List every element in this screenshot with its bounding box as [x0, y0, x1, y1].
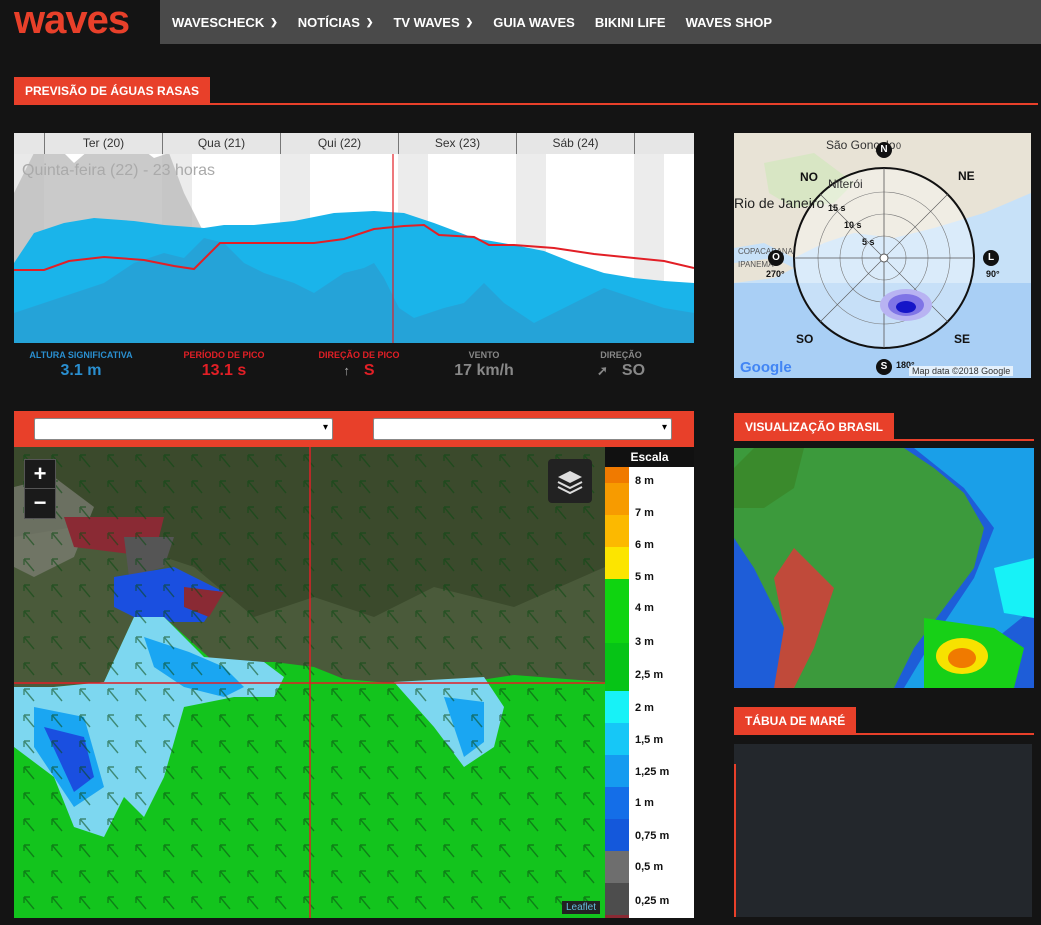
chart-subtitle: Quinta-feira (22) - 23 horas	[22, 162, 215, 179]
place-label: Niterói	[828, 177, 863, 191]
section-divider	[734, 733, 1034, 735]
ring-label: 5 s	[862, 237, 875, 247]
time-select[interactable]: ▾	[373, 418, 672, 440]
brazil-section-title: VISUALIZAÇÃO BRASIL	[734, 413, 894, 441]
compass-l: L	[983, 250, 999, 266]
scale-label: 5 m	[635, 571, 654, 583]
wave-map-svg	[14, 447, 605, 918]
wind-arrow-icon: ➚	[596, 363, 608, 378]
direction-arrow-icon: ↑	[343, 363, 350, 378]
zoom-out-button[interactable]: −	[25, 489, 55, 518]
tide-table-panel	[734, 744, 1032, 917]
stat-wind-direction: DIREÇÃO ➚ SO	[596, 350, 646, 379]
forecast-section-title: PREVISÃO DE ÁGUAS RASAS	[14, 77, 211, 105]
forecast-chart[interactable]: Ter (20) Qua (21) Qui (22) Sex (23) Sáb …	[14, 133, 694, 343]
scale-label: 2,5 m	[635, 669, 664, 681]
tide-section-title: TÁBUA DE MARÉ	[734, 707, 857, 735]
scale-label: 0,75 m	[635, 830, 670, 842]
compass-o: O	[768, 250, 784, 266]
tide-accent-bar	[734, 764, 736, 917]
compass-n: N	[876, 142, 892, 158]
day-label[interactable]: Qua (21)	[162, 133, 280, 154]
compass-ne: NE	[958, 169, 975, 183]
scale-label: 7 m	[635, 507, 654, 519]
day-label[interactable]: Sex (23)	[398, 133, 516, 154]
scale-title: Escala	[605, 447, 694, 467]
leaflet-attribution[interactable]: Leaflet	[562, 901, 601, 914]
forecast-days-bar: Ter (20) Qua (21) Qui (22) Sex (23) Sáb …	[14, 133, 694, 154]
chevron-down-icon: ▾	[322, 422, 328, 433]
map-attribution: Map data ©2018 Google	[909, 366, 1014, 376]
nav-bikini-life[interactable]: BIKINI LIFE	[595, 15, 666, 30]
section-divider	[734, 439, 1034, 441]
compass-s: S	[876, 359, 892, 375]
stat-direction: DIREÇÃO DE PICO ↑ S	[318, 350, 400, 379]
layers-button[interactable]	[548, 459, 592, 503]
zoom-control: + −	[24, 459, 56, 519]
scale-label: 2 m	[635, 702, 654, 714]
section-divider	[14, 103, 1038, 105]
stat-wind: VENTO 17 km/h	[454, 350, 514, 379]
ring-label: 15 s	[828, 203, 846, 213]
day-label[interactable]: Ter (20)	[44, 133, 162, 154]
compass-deg-l: 90°	[986, 269, 1000, 279]
direction-compass-map[interactable]: São Gonçalo Niterói Rio de Janeiro COPAC…	[734, 133, 1031, 378]
scale-label: 6 m	[635, 539, 654, 551]
forecast-stats: ALTURA SIGNIFICATIVA 3.1 m PERÍODO DE PI…	[14, 350, 694, 390]
ring-label: 10 s	[844, 220, 862, 230]
nav-tv-waves[interactable]: TV WAVES ❯	[393, 15, 473, 30]
day-label[interactable]: Sáb (24)	[516, 133, 634, 154]
compass-deg-n: 0	[896, 141, 902, 151]
scale-label: 1,25 m	[635, 766, 670, 778]
compass-no: NO	[800, 170, 818, 184]
compass-se: SE	[954, 332, 971, 346]
stat-period: PERÍODO DE PICO 13.1 s	[183, 350, 265, 379]
main-nav: WAVESCHECK ❯ NOTÍCIAS ❯ TV WAVES ❯ GUIA WAV…	[160, 0, 1041, 44]
wave-height-map[interactable]: + − Escala 8 m 7 m 6 m 5 m 4 m 3 m 2,5 m…	[14, 447, 694, 918]
map-controls-bar: ▾ ▾	[14, 411, 694, 447]
spot-select[interactable]: ▾	[34, 418, 333, 440]
nav-waves-shop[interactable]: WAVES SHOP	[686, 15, 772, 30]
zoom-in-button[interactable]: +	[25, 460, 55, 489]
scale-label: 4 m	[635, 602, 654, 614]
place-label: Rio de Janeiro	[734, 195, 825, 211]
day-label	[634, 133, 678, 154]
chevron-down-icon: ▾	[661, 422, 667, 433]
scale-colorbar	[605, 467, 629, 918]
scale-label: 1 m	[635, 797, 654, 809]
google-logo: Google	[740, 359, 792, 376]
nav-guia-waves[interactable]: GUIA WAVES	[493, 15, 575, 30]
chevron-down-icon: ❯	[270, 16, 278, 27]
nav-noticias[interactable]: NOTÍCIAS ❯	[298, 15, 374, 30]
nav-wavescheck[interactable]: WAVESCHECK ❯	[172, 15, 278, 30]
chevron-down-icon: ❯	[365, 16, 374, 27]
scale-label: 3 m	[635, 636, 654, 648]
waves-logo[interactable]: waves	[14, 0, 130, 40]
brazil-map-svg	[734, 448, 1034, 688]
wave-scale-legend: Escala 8 m 7 m 6 m 5 m 4 m 3 m 2,5 m 2 m…	[605, 447, 694, 918]
compass-deg-o: 270°	[766, 269, 785, 279]
stat-height: ALTURA SIGNIFICATIVA 3.1 m	[29, 350, 133, 379]
compass-so: SO	[796, 332, 814, 346]
place-label: COPACABANA	[738, 247, 793, 256]
scale-label: 0,5 m	[635, 861, 664, 873]
day-label	[14, 133, 44, 154]
layers-icon	[557, 471, 583, 495]
scale-label: 0,25 m	[635, 895, 670, 907]
brazil-wave-map[interactable]	[734, 448, 1034, 688]
top-bar: waves WAVESCHECK ❯ NOTÍCIAS ❯ TV WAVES ❯ GU…	[0, 0, 1041, 44]
day-label[interactable]: Qui (22)	[280, 133, 398, 154]
chevron-down-icon: ❯	[465, 16, 474, 27]
scale-label: 8 m	[635, 475, 654, 487]
scale-label: 1,5 m	[635, 734, 664, 746]
